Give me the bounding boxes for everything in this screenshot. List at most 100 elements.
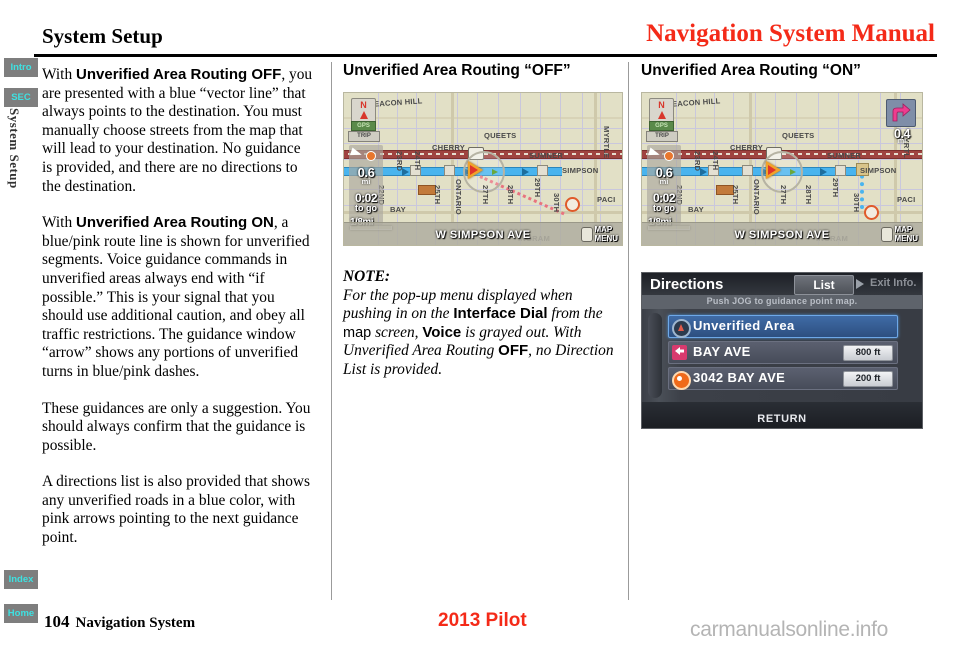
footer-model-year: 2013 Pilot [438, 610, 527, 631]
right-column: Unverified Area Routing “ON” EACON HILL … [641, 62, 923, 429]
map-menu-line2: MENU [894, 234, 918, 243]
trip-status-icon: TRIP [348, 131, 380, 142]
paragraph-guidance-suggestion: These guidances are only a suggestion. Y… [42, 399, 311, 454]
poi-marker [537, 165, 548, 176]
map-label: SIMPSON [562, 166, 599, 175]
map-menu-line1: MAP [594, 225, 613, 234]
tab-list[interactable]: List [794, 275, 854, 295]
nav-map-routing-on[interactable]: EACON HILL QUEETS CHERRY SUMNER SIMPSON … [641, 92, 923, 246]
tab-exit-info[interactable]: Exit Info. [856, 277, 917, 289]
map-label: SUMNER [529, 151, 564, 160]
map-menu-button[interactable]: MAP MENU [881, 225, 918, 243]
map-label: 25TH [433, 185, 442, 205]
list-item-label: Unverified Area [693, 318, 795, 333]
eta-label: to go [653, 203, 675, 213]
directions-list-body: Unverified Area BAY AVE 800 ft 3042 BAY … [642, 309, 922, 402]
compass-north-label: N [360, 100, 367, 110]
map-label: SIMPSON [860, 166, 897, 175]
sidebar-tab-home[interactable]: Home [4, 604, 38, 623]
map-label: 30TH [852, 193, 861, 213]
list-item[interactable]: Unverified Area [668, 315, 898, 338]
map-label: 30TH [552, 193, 561, 213]
list-item[interactable]: 3042 BAY AVE 200 ft [668, 367, 898, 390]
sidebar-tab-sec[interactable]: SEC [4, 88, 38, 107]
map-label: BAY [688, 205, 704, 214]
map-label: PACI [897, 195, 916, 204]
return-button[interactable]: RETURN [642, 413, 922, 425]
unverified-area-icon [672, 319, 691, 338]
turn-distance-unit: mi [897, 138, 907, 145]
map-label: 23RD [395, 151, 404, 172]
directions-list-screen[interactable]: Directions List Exit Info. Push JOG to g… [641, 272, 923, 429]
header-divider-rule [34, 54, 937, 57]
current-street-name: W SIMPSON AVE [435, 229, 531, 241]
map-label: 24TH [413, 151, 422, 171]
destination-icon [672, 371, 691, 390]
road-minor [642, 117, 922, 119]
list-item[interactable]: BAY AVE 800 ft [668, 341, 898, 364]
map-label: 28TH [804, 185, 813, 205]
note-block: NOTE: For the pop-up menu displayed when… [343, 268, 621, 380]
pink-turn-arrow-icon [672, 345, 687, 360]
vehicle-heading-arrow-inner [470, 165, 478, 175]
chevron-right-icon [856, 279, 864, 289]
site-watermark: carmanualsonline.info [690, 618, 888, 641]
note-text: For the pop-up menu displayed when pushi… [343, 286, 614, 378]
middle-column: Unverified Area Routing “OFF” EACON HILL… [343, 62, 623, 380]
destination-flag-icon [350, 147, 376, 162]
jog-dial-icon [581, 227, 594, 242]
directions-title: Directions [650, 276, 724, 293]
list-item-distance: 800 ft [843, 345, 893, 361]
map-label: PACI [597, 195, 616, 204]
list-item-label: BAY AVE [693, 344, 751, 359]
turn-guidance-box [886, 99, 916, 127]
page-title: System Setup [42, 24, 163, 48]
grid-line [642, 128, 922, 129]
sidebar-tab-index[interactable]: Index [4, 570, 38, 589]
guidance-point-marker [492, 169, 498, 175]
map-label: MYRTLE [602, 126, 611, 159]
trip-status-icon: TRIP [646, 131, 678, 142]
tab-exit-info-label: Exit Info. [870, 277, 917, 289]
map-label: ONTARIO [752, 179, 761, 215]
route-direction-arrow [522, 168, 529, 176]
footer-page-number: 104 [44, 612, 70, 631]
poi-marker [835, 165, 846, 176]
scrollbar-track[interactable] [648, 313, 662, 398]
destination-marker [864, 205, 879, 220]
list-item-distance: 200 ft [843, 371, 893, 387]
road-bay [344, 211, 622, 214]
map-menu-button[interactable]: MAP MENU [581, 225, 618, 243]
paragraph-routing-off: With Unverified Area Routing OFF, you ar… [42, 66, 313, 195]
compass-needle [359, 111, 368, 119]
guidance-point-marker [790, 169, 796, 175]
grid-line [344, 128, 622, 129]
manual-title: Navigation System Manual [646, 20, 935, 47]
map-label: ONTARIO [454, 179, 463, 215]
eta-label: to go [355, 203, 377, 213]
compass-north-label: N [658, 100, 665, 110]
grid-line [642, 143, 922, 144]
map-label: QUEETS [484, 131, 517, 140]
destination-marker [565, 197, 580, 212]
note-label: NOTE: [343, 268, 391, 285]
map-menu-line1: MAP [894, 225, 913, 234]
sidebar-tab-intro[interactable]: Intro [4, 58, 38, 77]
turn-right-arrow-icon [892, 103, 911, 122]
left-text-column: With Unverified Area Routing OFF, you ar… [42, 66, 314, 566]
road-bay [642, 211, 922, 214]
map-label: 23RD [693, 151, 702, 172]
paragraph-directions-list: A directions list is also provided that … [42, 473, 311, 547]
vehicle-heading-arrow-inner [768, 165, 776, 175]
nav-map-routing-off[interactable]: EACON HILL QUEETS CHERRY SUMNER SIMPSON … [343, 92, 623, 246]
page-header: System Setup Navigation System Manual [0, 0, 960, 57]
jog-dial-icon [881, 227, 894, 242]
sidebar-chapter-label: System Setup [7, 108, 22, 189]
map-label: QUEETS [782, 131, 815, 140]
map-label: 27TH [481, 185, 490, 205]
destination-flag-icon [648, 147, 674, 162]
route-direction-arrow [820, 168, 827, 176]
map-label: 24TH [711, 151, 720, 171]
road-minor [344, 117, 622, 119]
map-label: 25TH [731, 185, 740, 205]
